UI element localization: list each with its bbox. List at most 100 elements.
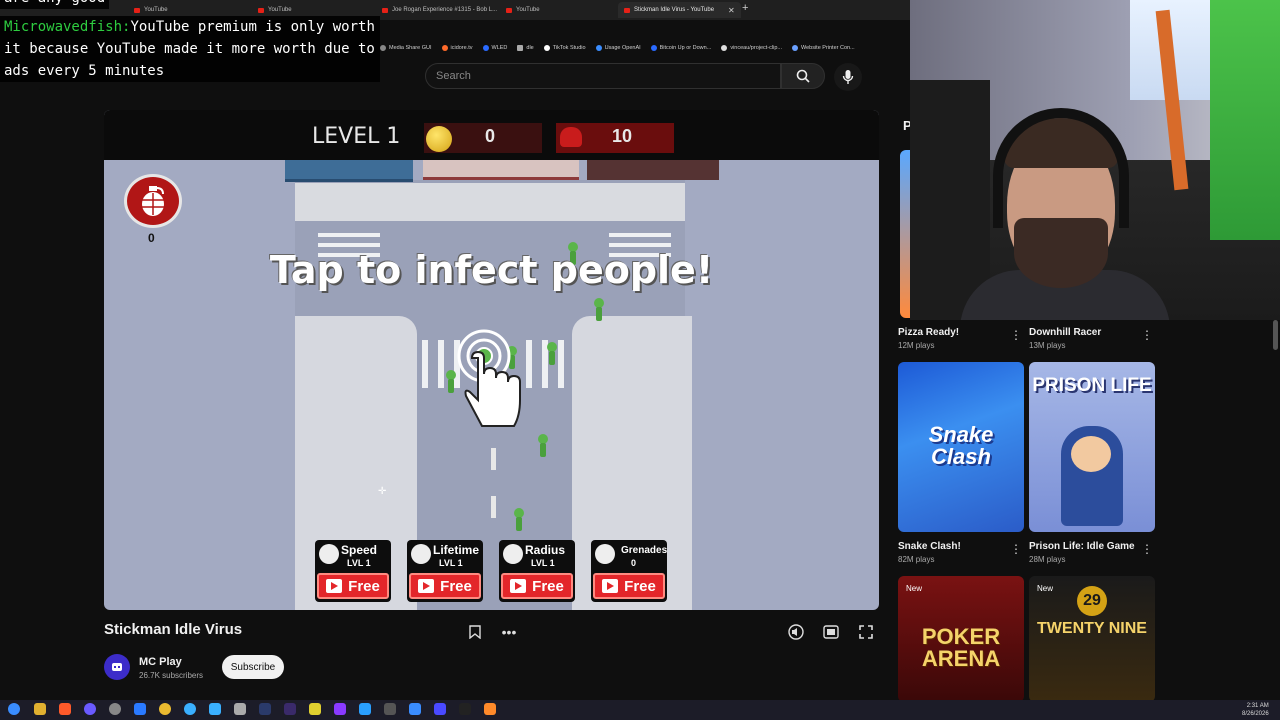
app-icon[interactable] bbox=[134, 703, 146, 715]
tab-youtube-3[interactable]: YouTube bbox=[500, 2, 546, 18]
free-button[interactable]: Free bbox=[593, 573, 665, 599]
tab-joe-rogan[interactable]: Joe Rogan Experience #1315 - Bob L... bbox=[376, 2, 503, 18]
more-vertical-icon[interactable]: ⋮ bbox=[1141, 328, 1153, 342]
poker-arena-thumbnail[interactable]: New POKER ARENA bbox=[898, 576, 1024, 702]
file-explorer-icon[interactable] bbox=[34, 703, 46, 715]
bookmark-item[interactable]: Media Share GUI bbox=[380, 45, 432, 51]
game-card-title[interactable]: Downhill Racer bbox=[1029, 327, 1101, 338]
subscribe-button[interactable]: Subscribe bbox=[222, 655, 284, 679]
upgrade-lifetime[interactable]: Lifetime LVL 1 Free bbox=[407, 540, 483, 602]
crosswalk-stripe bbox=[609, 233, 671, 237]
building bbox=[423, 160, 579, 180]
youtube-favicon-icon bbox=[624, 7, 630, 13]
channel-name[interactable]: MC Play bbox=[139, 656, 182, 668]
free-button[interactable]: Free bbox=[501, 573, 573, 599]
building bbox=[285, 160, 413, 182]
chrome-icon[interactable] bbox=[159, 703, 171, 715]
upgrade-grenades[interactable]: Grenades 0 Free bbox=[591, 540, 667, 602]
lane-marking bbox=[491, 496, 496, 518]
bookmarks-bar: Media Share GUI icidore.tv WLED dle TikT… bbox=[380, 40, 910, 56]
photoshop-icon[interactable] bbox=[259, 703, 271, 715]
more-vertical-icon[interactable]: ⋮ bbox=[1010, 542, 1022, 556]
bookmark-item[interactable]: Usage OpenAI bbox=[595, 45, 641, 51]
more-vertical-icon[interactable]: ⋮ bbox=[1010, 328, 1022, 342]
snake-clash-thumbnail[interactable]: Snake Clash bbox=[898, 362, 1024, 532]
system-clock[interactable]: 2:31 AM 8/26/2026 bbox=[1242, 702, 1269, 718]
person[interactable] bbox=[547, 342, 557, 365]
person[interactable] bbox=[538, 434, 548, 457]
app-icon[interactable] bbox=[234, 703, 246, 715]
game-card-title[interactable]: Prison Life: Idle Game bbox=[1029, 541, 1135, 552]
voice-search-button[interactable] bbox=[834, 63, 862, 91]
upgrade-speed[interactable]: Speed LVL 1 Free bbox=[315, 540, 391, 602]
game-card-title[interactable]: Pizza Ready! bbox=[898, 327, 959, 338]
channel-avatar[interactable] bbox=[104, 654, 130, 680]
bookmark-item[interactable]: dle bbox=[517, 45, 534, 51]
person[interactable] bbox=[446, 370, 456, 393]
bookmark-item[interactable]: WLED bbox=[482, 45, 507, 51]
app-icon[interactable] bbox=[184, 703, 196, 715]
bookmark-icon bbox=[380, 45, 386, 51]
tab-stickman-idle-virus[interactable]: Stickman Idle Virus - YouTube ✕ bbox=[618, 2, 741, 18]
crosswalk-stripe bbox=[318, 233, 380, 237]
discord-icon[interactable] bbox=[84, 703, 96, 715]
bookmark-item[interactable]: Website Printer Con... bbox=[791, 45, 855, 51]
app-icon[interactable] bbox=[309, 703, 321, 715]
skull-icon bbox=[560, 127, 582, 147]
lane-marking bbox=[491, 448, 496, 470]
bookmark-item[interactable]: Bitcoin Up or Down... bbox=[650, 45, 711, 51]
app-icon[interactable] bbox=[409, 703, 421, 715]
bookmark-item[interactable]: icidore.tv bbox=[441, 45, 473, 51]
prison-life-thumbnail[interactable]: PRISON LIFE bbox=[1029, 362, 1155, 532]
app-icon[interactable] bbox=[334, 703, 346, 715]
volume-icon bbox=[788, 624, 804, 640]
more-vertical-icon[interactable]: ⋮ bbox=[1141, 542, 1153, 556]
fullscreen-button[interactable] bbox=[854, 620, 878, 644]
youtube-favicon-icon bbox=[382, 7, 388, 13]
search-input[interactable]: Search bbox=[425, 63, 781, 89]
free-button[interactable]: Free bbox=[317, 573, 389, 599]
game-card-plays: 13M plays bbox=[1029, 341, 1066, 350]
app-icon[interactable] bbox=[434, 703, 446, 715]
bookmark-item[interactable]: vinceau/project-clip... bbox=[721, 45, 782, 51]
game-card-title[interactable]: Snake Clash! bbox=[898, 541, 961, 552]
grenade-icon bbox=[142, 186, 164, 216]
grenade-icon bbox=[595, 544, 615, 564]
kill-count: 10 bbox=[612, 126, 633, 146]
game-canvas[interactable]: LEVEL 1 0 10 0 Tap to infect people! ✛ S… bbox=[104, 110, 879, 610]
grenade-button[interactable] bbox=[124, 174, 182, 228]
theater-mode-button[interactable] bbox=[819, 620, 843, 644]
person[interactable] bbox=[594, 298, 604, 321]
save-button[interactable] bbox=[463, 620, 487, 644]
tiktok-icon bbox=[543, 45, 550, 51]
mute-button[interactable] bbox=[784, 620, 808, 644]
app-icon[interactable] bbox=[484, 703, 496, 715]
bookmark-icon bbox=[650, 45, 657, 51]
start-icon[interactable] bbox=[8, 703, 20, 715]
chat-previous-line: are any good bbox=[0, 0, 110, 9]
scrollbar[interactable] bbox=[1273, 320, 1278, 350]
app-icon[interactable] bbox=[384, 703, 396, 715]
obs-icon[interactable] bbox=[109, 703, 121, 715]
more-options-button[interactable]: ••• bbox=[497, 620, 521, 644]
app-icon[interactable] bbox=[459, 703, 471, 715]
search-button[interactable] bbox=[781, 63, 825, 89]
bookmark-icon bbox=[482, 45, 489, 51]
close-tab-icon[interactable]: ✕ bbox=[728, 6, 735, 15]
new-tab-icon[interactable]: + bbox=[742, 2, 748, 14]
twenty-nine-thumbnail[interactable]: New 29 TWENTY NINE bbox=[1029, 576, 1155, 702]
crosswalk-stripe bbox=[422, 340, 428, 388]
play-ad-icon bbox=[326, 579, 343, 593]
game-card-plays: 82M plays bbox=[898, 555, 935, 564]
bookmark-item[interactable]: TikTok Studio bbox=[543, 45, 586, 51]
app-icon[interactable] bbox=[359, 703, 371, 715]
telegram-icon[interactable] bbox=[209, 703, 221, 715]
brave-browser-icon[interactable] bbox=[59, 703, 71, 715]
upgrade-radius[interactable]: Radius LVL 1 Free bbox=[499, 540, 575, 602]
free-button[interactable]: Free bbox=[409, 573, 481, 599]
tap-hand-icon bbox=[457, 329, 521, 427]
premiere-icon[interactable] bbox=[284, 703, 296, 715]
github-icon bbox=[721, 45, 728, 51]
microphone-icon bbox=[842, 70, 854, 84]
person[interactable] bbox=[514, 508, 524, 531]
